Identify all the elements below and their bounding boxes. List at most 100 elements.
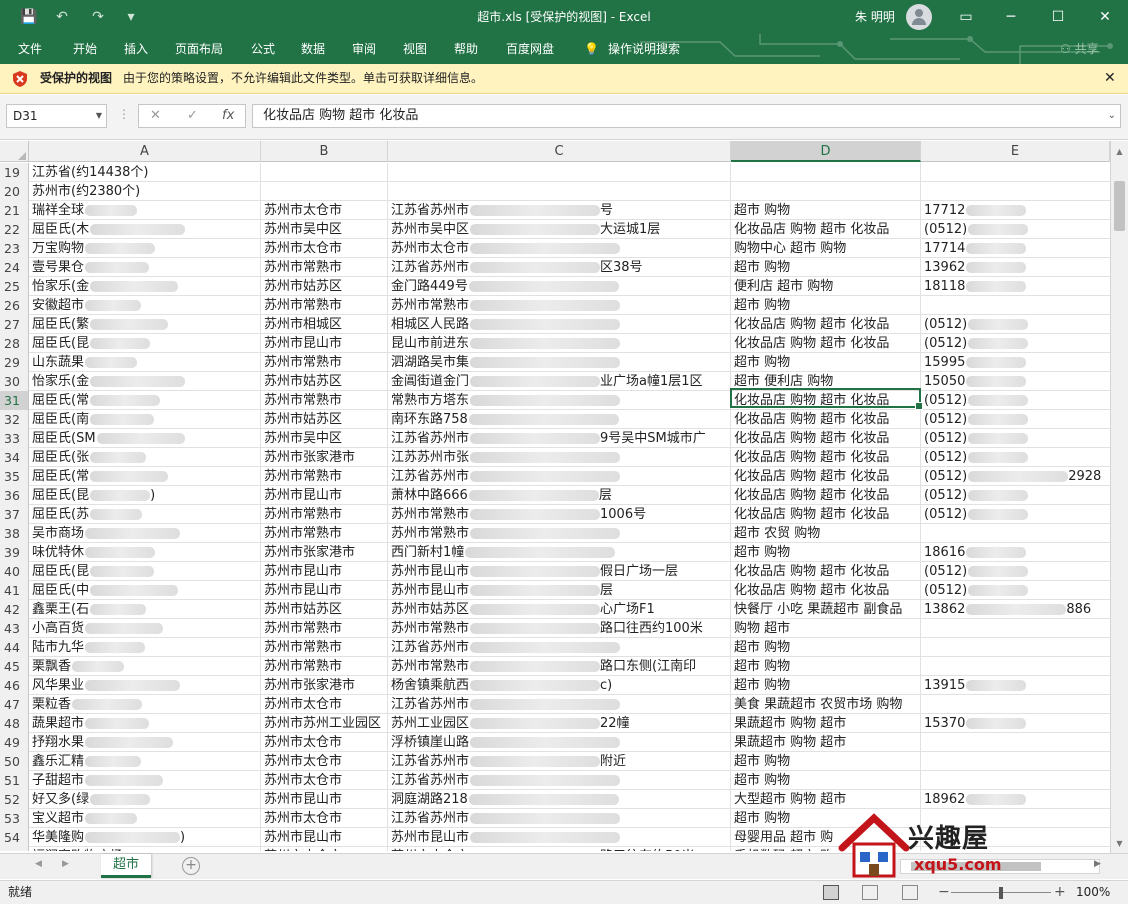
row-header[interactable]: 29 <box>0 353 29 372</box>
cell-e[interactable] <box>921 657 924 676</box>
tell-me-search[interactable]: 操作说明搜索 <box>608 34 680 64</box>
cell-d[interactable]: 便利店 超市 购物 <box>731 277 833 296</box>
zoom-slider-knob[interactable] <box>999 887 1003 899</box>
table-row[interactable]: 24 壹号果仓 苏州市常熟市 江苏省苏州市 区38号 超市 购物 13962 <box>0 258 1110 277</box>
row-header[interactable]: 19 <box>0 163 29 182</box>
row-header[interactable]: 40 <box>0 562 29 581</box>
row-header[interactable]: 43 <box>0 619 29 638</box>
table-row[interactable]: 51 子甜超市 苏州市太仓市 江苏省苏州市 超市 购物 <box>0 771 1110 790</box>
cell-c[interactable]: 苏州市太仓市 路口往东约50米 <box>388 847 695 851</box>
cell-e[interactable]: (0512) <box>921 220 1029 239</box>
cell-b[interactable]: 苏州市吴中区 <box>261 220 342 239</box>
page-break-view-icon[interactable] <box>902 885 918 900</box>
cell-d[interactable]: 化妆品店 购物 超市 化妆品 <box>731 429 889 448</box>
row-header[interactable]: 48 <box>0 714 29 733</box>
cell-b[interactable]: 苏州市昆山市 <box>261 486 342 505</box>
cell-d[interactable]: 超市 购物 <box>731 809 790 828</box>
cell-d[interactable] <box>731 182 734 201</box>
cell-c[interactable]: 苏州市吴中区 大运城1层 <box>388 220 660 239</box>
row-header[interactable]: 46 <box>0 676 29 695</box>
formula-input[interactable]: 化妆品店 购物 超市 化妆品 ⌄ <box>252 104 1121 128</box>
cell-b[interactable]: 苏州市常熟市 <box>261 467 342 486</box>
cell-c[interactable]: 相城区人民路 <box>388 315 621 334</box>
cell-d[interactable]: 化妆品店 购物 超市 化妆品 <box>731 467 889 486</box>
cell-a[interactable]: 屈臣氏(昆 <box>29 334 151 353</box>
cell-b[interactable]: 苏州市吴中区 <box>261 429 342 448</box>
column-header-a[interactable]: A <box>29 141 261 162</box>
cell-a[interactable]: 子甜超市 <box>29 771 164 790</box>
cell-b[interactable]: 苏州市常熟市 <box>261 391 342 410</box>
row-header[interactable]: 26 <box>0 296 29 315</box>
cell-a[interactable]: 万宝购物 <box>29 239 156 258</box>
cell-b[interactable]: 苏州市张家港市 <box>261 543 355 562</box>
cell-c[interactable]: 江苏省苏州市 <box>388 638 621 657</box>
cell-a[interactable]: 江苏省(约14438个) <box>29 163 149 182</box>
share-button[interactable]: ⚇ 共享 <box>1060 34 1099 64</box>
cell-e[interactable]: (0512) <box>921 486 1029 505</box>
cell-d[interactable]: 手机数码 超市 购 <box>731 847 833 851</box>
cell-c[interactable]: 江苏省苏州市 <box>388 467 621 486</box>
cell-c[interactable]: 江苏省苏州市 <box>388 695 621 714</box>
cell-e[interactable] <box>921 752 924 771</box>
row-header[interactable]: 37 <box>0 505 29 524</box>
close-icon[interactable]: ✕ <box>1104 64 1116 92</box>
cell-a[interactable]: 华美隆购) <box>29 828 185 847</box>
cell-a[interactable]: 抒翔水果 <box>29 733 174 752</box>
cell-e[interactable] <box>921 296 924 315</box>
cell-e[interactable]: 13962 <box>921 258 1027 277</box>
enter-icon[interactable]: ✓ <box>187 107 198 125</box>
cell-d[interactable]: 化妆品店 购物 超市 化妆品 <box>731 581 889 600</box>
cell-a[interactable]: 安徽超市 <box>29 296 142 315</box>
table-row[interactable]: 50 鑫乐汇精 苏州市太仓市 江苏省苏州市 附近 超市 购物 <box>0 752 1110 771</box>
cell-a[interactable]: 味优特休 <box>29 543 156 562</box>
table-row[interactable]: 41 屈臣氏(中 苏州市昆山市 苏州市昆山市 层 化妆品店 购物 超市 化妆品 (0512) <box>0 581 1110 600</box>
cell-c[interactable]: 金阊街道金门 业广场a幢1层1区 <box>388 372 703 391</box>
table-row[interactable]: 52 好又多(绿 苏州市昆山市 洞庭湖路218 大型超市 购物 超市 18962 <box>0 790 1110 809</box>
zoom-level[interactable]: 100% <box>1076 881 1110 904</box>
cell-a[interactable]: 屈臣氏(张 <box>29 448 147 467</box>
tab-baidu-netdisk[interactable]: 百度网盘 <box>506 34 554 64</box>
prev-sheet-icon[interactable]: ◀ <box>35 859 42 869</box>
cell-d[interactable]: 超市 购物 <box>731 752 790 771</box>
cell-c[interactable]: 苏州工业园区 22幢 <box>388 714 630 733</box>
table-row[interactable]: 22 屈臣氏(木 苏州市吴中区 苏州市吴中区 大运城1层 化妆品店 购物 超市 化妆品 (0… <box>0 220 1110 239</box>
row-header[interactable]: 27 <box>0 315 29 334</box>
cell-e[interactable] <box>921 733 924 752</box>
cell-d[interactable]: 超市 购物 <box>731 657 790 676</box>
cell-c[interactable]: 江苏省苏州市 附近 <box>388 752 626 771</box>
cell-b[interactable]: 苏州市常熟市 <box>261 505 342 524</box>
row-header[interactable]: 42 <box>0 600 29 619</box>
cell-e[interactable] <box>921 524 924 543</box>
cell-e[interactable]: (0512) <box>921 581 1029 600</box>
cell-e[interactable] <box>921 695 924 714</box>
cell-e[interactable]: 18962 <box>921 790 1027 809</box>
cell-a[interactable]: 怡家乐(金 <box>29 277 179 296</box>
cell-d[interactable]: 超市 购物 <box>731 296 790 315</box>
column-header-e[interactable]: E <box>921 141 1110 162</box>
cell-d[interactable]: 化妆品店 购物 超市 化妆品 <box>731 505 889 524</box>
cell-d[interactable]: 超市 购物 <box>731 676 790 695</box>
table-row[interactable]: 46 风华果业 苏州市张家港市 杨舍镇乘航西 c) 超市 购物 13915 <box>0 676 1110 695</box>
cell-a[interactable]: 陆市九华 <box>29 638 146 657</box>
drag-handle-icon[interactable]: ⋮ <box>118 107 130 121</box>
cell-e[interactable]: 17714 <box>921 239 1027 258</box>
table-row[interactable]: 34 屈臣氏(张 苏州市张家港市 江苏苏州市张 化妆品店 购物 超市 化妆品 (0512) <box>0 448 1110 467</box>
cell-c[interactable]: 苏州市太仓市 <box>388 239 621 258</box>
cell-b[interactable]: 苏州市太仓市 <box>261 771 342 790</box>
insert-function-icon[interactable]: fx <box>222 107 234 125</box>
cell-a[interactable]: 瑞祥全球 <box>29 201 138 220</box>
row-header[interactable]: 31 <box>0 391 29 410</box>
cell-d[interactable] <box>731 163 734 182</box>
cell-a[interactable]: 宝义超市 <box>29 809 138 828</box>
cell-b[interactable]: 苏州市昆山市 <box>261 581 342 600</box>
row-header[interactable]: 54 <box>0 828 29 847</box>
cell-c[interactable]: 萧林中路666 层 <box>388 486 612 505</box>
cell-a[interactable]: 屈臣氏(常 <box>29 467 169 486</box>
cell-a[interactable]: 苏州市(约2380个) <box>29 182 140 201</box>
cell-b[interactable]: 苏州市太仓市 <box>261 239 342 258</box>
minimize-button[interactable]: ─ <box>988 0 1034 34</box>
normal-view-icon[interactable] <box>823 885 839 900</box>
save-icon[interactable]: 💾 <box>16 6 42 28</box>
table-row[interactable]: 43 小高百货 苏州市常熟市 苏州市常熟市 路口往西约100米 购物 超市 <box>0 619 1110 638</box>
table-row[interactable]: 19 江苏省(约14438个) <box>0 163 1110 182</box>
